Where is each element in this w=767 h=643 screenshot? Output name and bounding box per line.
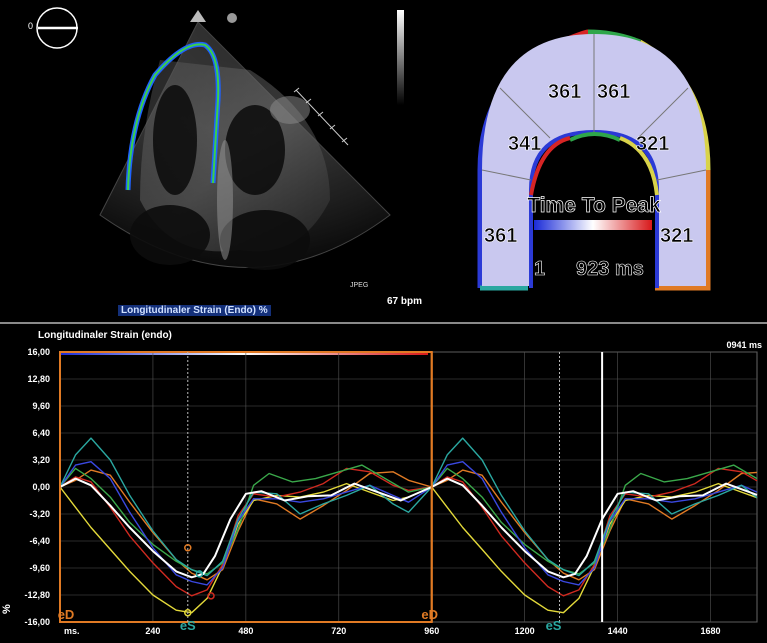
y-tick-label: 12,80 [27,374,50,384]
y-tick-label: -6,40 [29,536,50,546]
es-label-2: eS [546,618,562,633]
depth-marker-label: 0 [28,21,34,31]
time-to-peak-arch: 341 361 361 321 361 321 Time To Peak 1 9… [477,29,711,291]
chart-title: Longitudinaler Strain (endo) [38,330,172,341]
es-label-1: eS [180,618,196,633]
segment-value-mid-right: 321 [636,133,669,155]
x-tick-label: 1680 [701,626,721,636]
strain-chart: Longitudinaler Strain (endo) 0941 ms 16,… [0,324,767,643]
ed-label-2: eD [421,607,438,622]
segment-value-basal-far-right: 321 [660,225,693,247]
ttp-scale-min: 1 [534,258,545,280]
y-tick-label: 0,00 [32,482,50,492]
y-tick-label: -16,00 [24,617,50,627]
x-tick-label: 480 [238,626,253,636]
y-tick-label: -9,60 [29,563,50,573]
y-tick-label: 3,20 [32,455,50,465]
format-label: JPEG [350,282,369,289]
heart-rate: 67 bpm [387,296,423,307]
grayscale-bar [397,10,404,105]
segment-value-basal-far-left: 361 [484,225,517,247]
strain-mode-label: Longitudinaler Strain (Endo) % [118,305,271,316]
ttp-scale-max: 923 ms [576,258,644,280]
x-tick-label: 720 [331,626,346,636]
y-tick-label: 16,00 [27,347,50,357]
echo-image [36,7,404,270]
ttp-title: Time To Peak [527,194,661,217]
ed-label-1: eD [58,607,75,622]
echo-view-panel: 0 JPEG 67 bpm Longitudinaler Strain (End… [0,0,767,322]
probe-icon [190,10,237,23]
x-tick-label: 1200 [515,626,535,636]
y-axis-label: % [1,604,13,614]
orientation-icon [36,7,78,49]
x-tick-label: ms. [64,626,80,636]
x-tick-label: 1440 [608,626,628,636]
y-tick-label: -12,80 [24,590,50,600]
x-tick-label: 960 [424,626,439,636]
segment-value-apical-right: 361 [597,81,630,103]
y-tick-label: 6,40 [32,428,50,438]
y-tick-label: -3,20 [29,509,50,519]
x-tick-label: 240 [145,626,160,636]
ttp-color-scale [534,220,652,230]
segment-value-apical-left: 361 [548,81,581,103]
time-readout: 0941 ms [726,340,762,350]
y-tick-label: 9,60 [32,401,50,411]
segment-value-basal-left: 341 [508,133,541,155]
